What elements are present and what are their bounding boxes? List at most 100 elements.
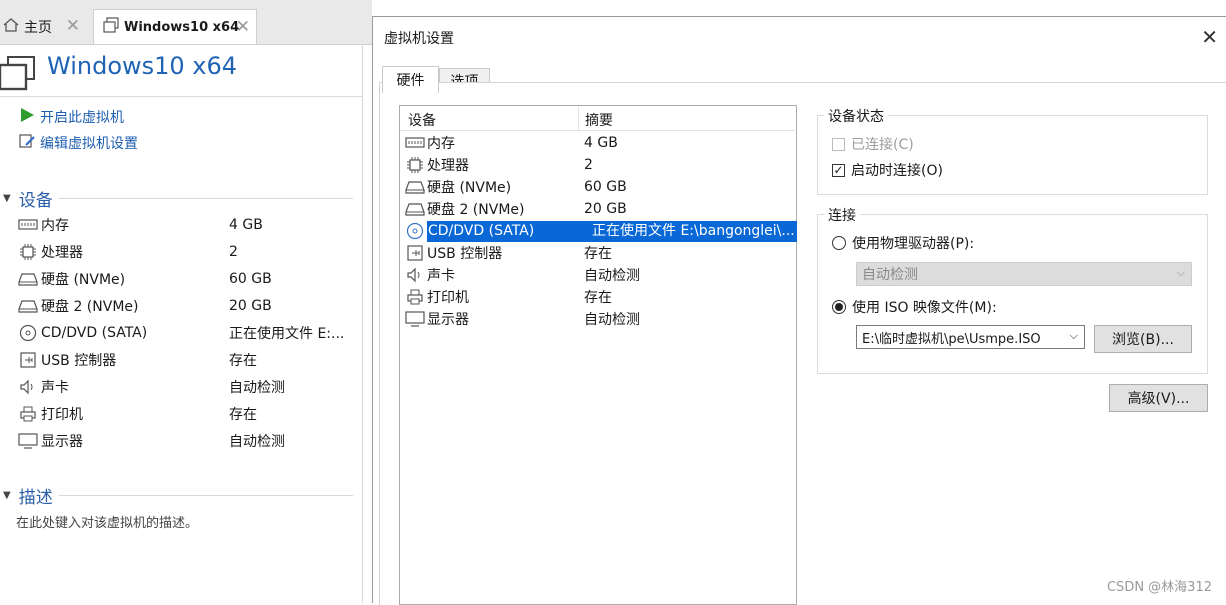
iso-path-combobox[interactable]: E:\临时虚拟机\pe\Usmpe.ISO ⌵	[856, 325, 1085, 349]
advanced-button[interactable]: 高级(V)...	[1109, 384, 1208, 412]
display-icon	[404, 310, 426, 328]
vm-title-row: Windows10 x64	[0, 50, 362, 97]
browse-button[interactable]: 浏览(B)...	[1094, 325, 1192, 353]
tab-hardware[interactable]: 硬件	[382, 66, 439, 93]
description-section-header[interactable]: ▼ 描述	[3, 485, 353, 508]
device-name: 内存	[427, 136, 455, 152]
chevron-down-icon: ⌵	[1176, 266, 1185, 279]
host-device-printer[interactable]: 打印机 存在	[17, 402, 357, 426]
group-title: 设备状态	[824, 106, 888, 126]
devices-section-header[interactable]: ▼ 设备	[3, 188, 353, 211]
host-device-sound[interactable]: 声卡 自动检测	[17, 375, 357, 399]
list-item-cpu[interactable]: 处理器 2	[404, 154, 798, 176]
list-header: 设备 摘要	[400, 106, 798, 131]
hardware-device-list[interactable]: 设备 摘要 内存 4 GB 处理器 2 硬盘 (NVMe) 60 GB 硬盘 2…	[399, 105, 798, 605]
vm-icon	[0, 55, 38, 99]
speaker-icon	[404, 266, 426, 284]
device-name: 内存	[41, 218, 69, 234]
list-item-display[interactable]: 显示器 自动检测	[404, 308, 798, 330]
device-value: 自动检测	[229, 380, 285, 396]
iso-file-radio[interactable]: 使用 ISO 映像文件(M):	[832, 297, 997, 317]
description-text[interactable]: 在此处键入对该虚拟机的描述。	[16, 512, 198, 531]
checkmark-icon: ✓	[832, 163, 845, 177]
device-value: 存在	[229, 353, 257, 369]
cd-dvd-icon	[404, 222, 426, 240]
cd-dvd-icon	[17, 324, 39, 342]
column-header-device[interactable]: 设备	[408, 110, 436, 130]
close-icon[interactable]: ✕	[1201, 25, 1218, 49]
host-device-disk[interactable]: 硬盘 (NVMe) 60 GB	[17, 267, 357, 291]
tab-vm-label: Windows10 x64	[124, 19, 240, 35]
device-summary: 2	[584, 157, 593, 173]
device-value: 20 GB	[229, 298, 272, 314]
usb-icon	[17, 351, 39, 369]
device-summary: 4 GB	[584, 135, 618, 151]
host-device-memory[interactable]: 内存 4 GB	[17, 213, 357, 237]
collapse-triangle-icon: ▼	[3, 489, 11, 501]
section-divider	[58, 197, 353, 199]
host-device-disk-2[interactable]: 硬盘 2 (NVMe) 20 GB	[17, 294, 357, 318]
hard-disk-icon	[17, 270, 39, 288]
device-name: 打印机	[427, 290, 469, 306]
list-item-sound[interactable]: 声卡 自动检测	[404, 264, 798, 286]
cpu-icon	[17, 243, 39, 261]
host-device-cd-dvd[interactable]: CD/DVD (SATA) 正在使用文件 E:...	[17, 321, 357, 345]
devices-header-label: 设备	[18, 190, 53, 211]
device-name: 显示器	[41, 434, 83, 450]
device-name: 硬盘 (NVMe)	[427, 180, 512, 196]
power-on-label: 开启此虚拟机	[40, 110, 124, 126]
close-icon[interactable]: ✕	[236, 17, 250, 37]
list-item-disk-2[interactable]: 硬盘 2 (NVMe) 20 GB	[404, 198, 798, 220]
device-name: 显示器	[427, 312, 469, 328]
device-summary: 存在	[584, 246, 612, 262]
speaker-icon	[17, 378, 39, 396]
collapse-triangle-icon: ▼	[3, 192, 11, 204]
display-icon	[17, 432, 39, 450]
host-device-display[interactable]: 显示器 自动检测	[17, 429, 357, 453]
vm-settings-dialog: 虚拟机设置 ✕ 硬件 选项 设备 摘要 内存 4 GB 处理器 2 硬盘 (NV…	[372, 16, 1226, 605]
tab-vm[interactable]: Windows10 x64 ✕	[93, 9, 257, 44]
edit-settings-link[interactable]: 编辑虚拟机设置	[18, 132, 138, 154]
power-on-link[interactable]: 开启此虚拟机	[18, 106, 124, 128]
radio-button-selected	[832, 300, 846, 314]
tab-home[interactable]: 主页 ✕	[0, 9, 86, 44]
column-divider	[578, 106, 579, 130]
memory-icon	[17, 216, 39, 234]
list-item-printer[interactable]: 打印机 存在	[404, 286, 798, 308]
memory-icon	[404, 134, 426, 152]
column-header-summary[interactable]: 摘要	[585, 110, 613, 130]
device-name: CD/DVD (SATA)	[427, 220, 585, 242]
device-name: 硬盘 2 (NVMe)	[41, 299, 139, 315]
chevron-down-icon: ⌵	[1069, 329, 1078, 342]
iso-file-label: 使用 ISO 映像文件(M):	[852, 300, 997, 316]
list-item-cd-dvd[interactable]: CD/DVD (SATA) 正在使用文件 E:\bangonglei\...	[404, 220, 798, 242]
host-device-cpu[interactable]: 处理器 2	[17, 240, 357, 264]
device-name: USB 控制器	[427, 246, 503, 262]
group-title: 连接	[824, 205, 860, 225]
device-summary: 自动检测	[584, 312, 640, 328]
cpu-icon	[404, 156, 426, 174]
page-title: Windows10 x64	[47, 52, 238, 80]
close-icon[interactable]: ✕	[66, 16, 80, 36]
vm-host-window: 主页 ✕ Windows10 x64 ✕ Windows10 x64 开启此虚拟…	[0, 0, 372, 603]
radio-button	[832, 236, 846, 250]
device-name: 硬盘 2 (NVMe)	[427, 202, 525, 218]
device-summary: 自动检测	[584, 268, 640, 284]
device-name: 打印机	[41, 407, 83, 423]
play-icon	[18, 106, 36, 128]
hard-disk-icon	[404, 200, 426, 218]
device-name: 处理器	[427, 158, 469, 174]
list-item-memory[interactable]: 内存 4 GB	[404, 132, 798, 154]
connected-checkbox[interactable]: 已连接(C)	[832, 134, 914, 154]
hard-disk-icon	[404, 178, 426, 196]
physical-drive-select[interactable]: 自动检测 ⌵	[856, 262, 1192, 286]
dialog-title: 虚拟机设置	[384, 31, 454, 47]
list-item-usb[interactable]: USB 控制器 存在	[404, 242, 798, 264]
device-summary: 60 GB	[584, 179, 627, 195]
list-item-disk[interactable]: 硬盘 (NVMe) 60 GB	[404, 176, 798, 198]
host-device-usb[interactable]: USB 控制器 存在	[17, 348, 357, 372]
connect-at-power-on-checkbox[interactable]: ✓ 启动时连接(O)	[832, 160, 943, 180]
home-icon	[2, 16, 20, 38]
physical-drive-radio[interactable]: 使用物理驱动器(P):	[832, 233, 974, 253]
pane-divider	[362, 44, 363, 603]
